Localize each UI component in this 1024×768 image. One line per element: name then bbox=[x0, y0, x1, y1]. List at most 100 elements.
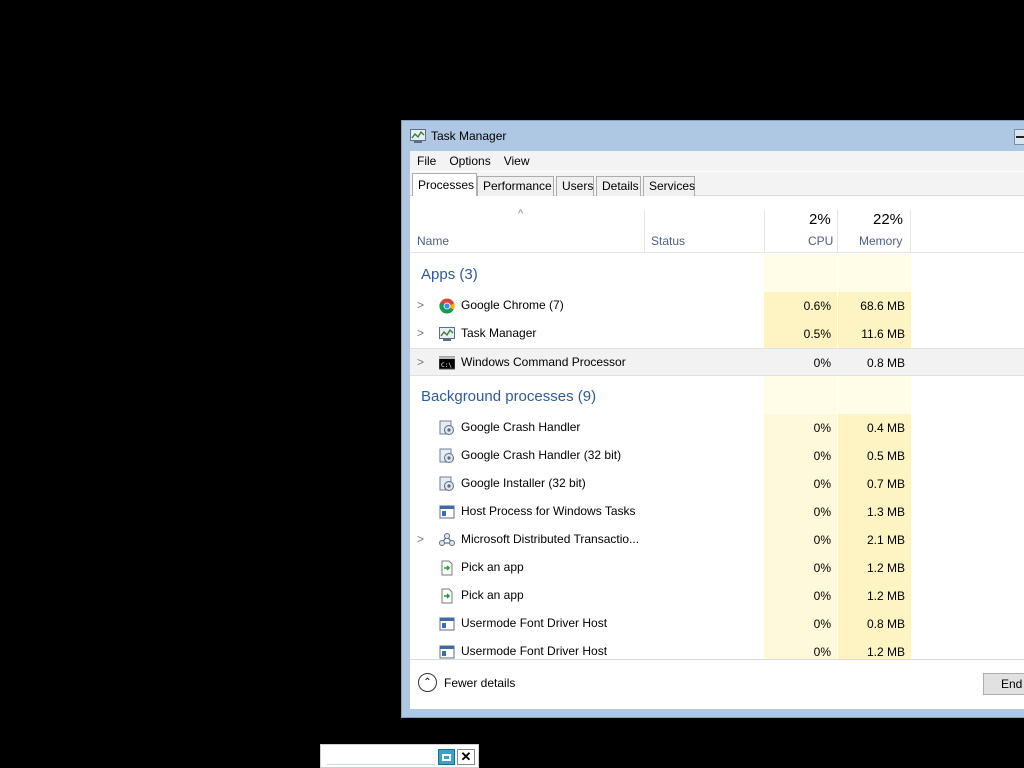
table-row[interactable]: > Task Manager 0.5% 11.6 MB bbox=[410, 320, 1024, 348]
cpu-cell: 0% bbox=[764, 470, 837, 498]
memory-cell: 1.3 MB bbox=[838, 498, 911, 526]
menu-bar: File Options View bbox=[410, 151, 1024, 171]
cpu-cell bbox=[764, 254, 837, 292]
expand-chevron-icon[interactable]: > bbox=[417, 298, 424, 312]
table-row[interactable]: Pick an app 0% 1.2 MB bbox=[410, 554, 1024, 582]
window-app-icon bbox=[439, 504, 455, 520]
group-label-apps: Apps (3) bbox=[421, 266, 478, 283]
column-divider[interactable] bbox=[910, 210, 911, 252]
memory-cell: 1.2 MB bbox=[838, 582, 911, 610]
memory-cell: 1.2 MB bbox=[838, 554, 911, 582]
column-divider[interactable] bbox=[644, 210, 645, 252]
fewer-details-link[interactable]: Fewer details bbox=[444, 676, 515, 690]
task-manager-icon bbox=[410, 129, 426, 143]
cpu-cell: 0.6% bbox=[764, 292, 837, 320]
cmd-icon: C:\ bbox=[438, 355, 456, 371]
expand-chevron-icon[interactable]: > bbox=[417, 355, 424, 369]
window-title: Task Manager bbox=[431, 129, 507, 143]
tab-bar: Processes Performance Users Details Serv… bbox=[410, 172, 1024, 197]
service-icon bbox=[439, 420, 455, 436]
column-memory[interactable]: Memory bbox=[859, 234, 902, 248]
cpu-cell: 0% bbox=[764, 554, 837, 582]
client-area: File Options View Processes Performance … bbox=[410, 151, 1024, 709]
tab-services[interactable]: Services bbox=[643, 176, 695, 196]
memory-cell bbox=[838, 254, 911, 292]
chevron-up-icon[interactable]: ⌃ bbox=[418, 673, 437, 692]
tab-performance[interactable]: Performance bbox=[477, 176, 554, 196]
process-name: Windows Command Processor bbox=[461, 355, 626, 369]
memory-cell: 0.8 MB bbox=[838, 610, 911, 638]
cpu-cell: 0% bbox=[764, 414, 837, 442]
minimize-icon bbox=[1016, 136, 1024, 138]
thumbnail-title-area bbox=[327, 750, 435, 765]
chrome-icon bbox=[439, 298, 455, 314]
cpu-cell: 0% bbox=[764, 526, 837, 554]
column-name[interactable]: Name bbox=[417, 234, 449, 248]
service-icon bbox=[439, 448, 455, 464]
group-header-apps[interactable]: Apps (3) bbox=[410, 254, 1024, 292]
menu-file[interactable]: File bbox=[410, 154, 442, 168]
process-name: Google Crash Handler (32 bit) bbox=[461, 448, 622, 462]
tab-details[interactable]: Details bbox=[596, 176, 641, 196]
process-name: Pick an app bbox=[461, 588, 524, 602]
process-name: Pick an app bbox=[461, 560, 524, 574]
column-divider[interactable] bbox=[837, 210, 838, 252]
column-status[interactable]: Status bbox=[651, 234, 685, 248]
column-divider[interactable] bbox=[764, 210, 765, 252]
task-manager-window: Task Manager File Options View Processes… bbox=[401, 120, 1024, 718]
task-manager-icon bbox=[439, 326, 455, 342]
cpu-cell: 0% bbox=[764, 582, 837, 610]
column-cpu[interactable]: CPU bbox=[808, 234, 833, 248]
table-row[interactable]: > C:\ Windows Command Processor 0% 0.8 M… bbox=[410, 348, 1024, 376]
table-row[interactable]: Host Process for Windows Tasks 0% 1.3 MB bbox=[410, 498, 1024, 526]
expand-chevron-icon[interactable]: > bbox=[417, 532, 424, 546]
menu-options[interactable]: Options bbox=[442, 154, 496, 168]
memory-cell: 0.7 MB bbox=[838, 470, 911, 498]
process-list: Apps (3) > Google Chrome (7) 0.6% 68.6 M… bbox=[410, 254, 1024, 664]
tab-processes[interactable]: Processes bbox=[412, 173, 477, 197]
tab-users[interactable]: Users bbox=[556, 176, 594, 196]
process-name: Google Chrome (7) bbox=[461, 298, 564, 312]
process-name: Task Manager bbox=[461, 326, 537, 340]
table-row[interactable]: Google Crash Handler (32 bit) 0% 0.5 MB bbox=[410, 442, 1024, 470]
column-header: ^ Name Status 2% CPU 22% Memory bbox=[410, 196, 1024, 253]
window-app-icon bbox=[439, 644, 455, 660]
restore-button[interactable] bbox=[438, 749, 455, 765]
memory-cell: 2.1 MB bbox=[838, 526, 911, 554]
group-label-background: Background processes (9) bbox=[421, 388, 597, 405]
footer-bar: ⌃ Fewer details End t bbox=[410, 659, 1024, 709]
menu-view[interactable]: View bbox=[497, 154, 536, 168]
title-bar[interactable]: Task Manager bbox=[402, 121, 1024, 151]
window-app-icon bbox=[439, 616, 455, 632]
end-task-button[interactable]: End t bbox=[983, 673, 1024, 695]
restore-icon bbox=[442, 753, 451, 761]
process-name: Microsoft Distributed Transactio... bbox=[461, 532, 640, 546]
table-row[interactable]: > Google Chrome (7) 0.6% 68.6 MB bbox=[410, 292, 1024, 320]
memory-cell: 0.5 MB bbox=[838, 442, 911, 470]
table-row[interactable]: Google Crash Handler 0% 0.4 MB bbox=[410, 414, 1024, 442]
cpu-cell: 0% bbox=[764, 610, 837, 638]
service-icon bbox=[439, 476, 455, 492]
pick-app-icon bbox=[439, 588, 455, 604]
memory-cell: 68.6 MB bbox=[838, 292, 911, 320]
group-header-background[interactable]: Background processes (9) bbox=[410, 376, 1024, 414]
table-row[interactable]: Pick an app 0% 1.2 MB bbox=[410, 582, 1024, 610]
table-row[interactable]: > Microsoft Distributed Transactio... 0%… bbox=[410, 526, 1024, 554]
table-row[interactable]: Google Installer (32 bit) 0% 0.7 MB bbox=[410, 470, 1024, 498]
cpu-cell: 0% bbox=[764, 349, 837, 375]
expand-chevron-icon[interactable]: > bbox=[417, 326, 424, 340]
process-name: Usermode Font Driver Host bbox=[461, 616, 608, 630]
cpu-cell: 0% bbox=[764, 498, 837, 526]
pick-app-icon bbox=[439, 560, 455, 576]
memory-cell: 11.6 MB bbox=[838, 320, 911, 348]
cpu-cell: 0% bbox=[764, 442, 837, 470]
memory-cell: 0.4 MB bbox=[838, 414, 911, 442]
memory-cell bbox=[838, 376, 911, 414]
minimize-button[interactable] bbox=[1014, 129, 1024, 145]
memory-total: 22% bbox=[873, 211, 904, 228]
minimized-window-thumbnail[interactable]: ✕ bbox=[320, 744, 479, 768]
table-row[interactable]: Usermode Font Driver Host 0% 0.8 MB bbox=[410, 610, 1024, 638]
sort-ascending-icon: ^ bbox=[518, 208, 524, 220]
process-name: Usermode Font Driver Host bbox=[461, 644, 608, 658]
close-button[interactable]: ✕ bbox=[457, 749, 475, 765]
